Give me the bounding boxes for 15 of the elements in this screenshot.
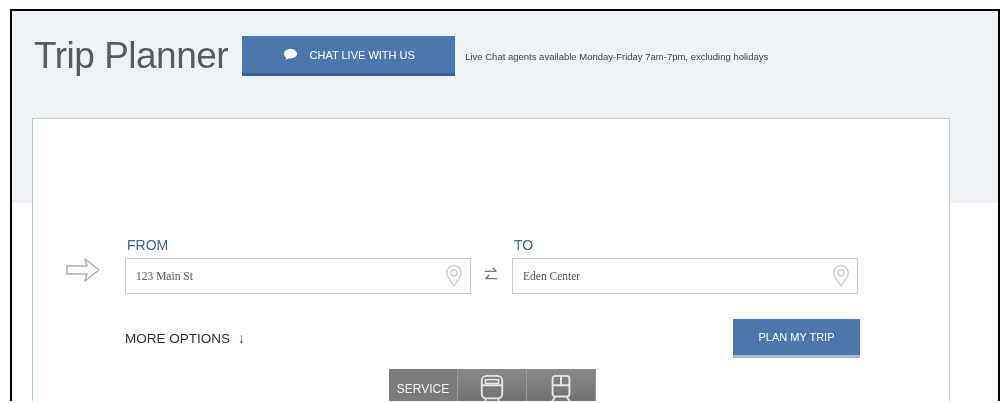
train-tab[interactable] — [527, 369, 596, 401]
from-label: FROM — [127, 237, 170, 253]
page-title: Trip Planner — [34, 35, 229, 77]
chat-button[interactable]: CHAT LIVE WITH US — [242, 36, 456, 76]
to-label: TO — [514, 237, 535, 253]
bus-tab[interactable] — [458, 369, 527, 401]
from-field[interactable]: 123 Main St — [125, 258, 471, 294]
plan-trip-button[interactable]: PLAN MY TRIP — [733, 319, 860, 358]
speech-bubble-icon — [282, 48, 298, 61]
chat-availability-note: Live Chat agents available Monday-Friday 7am-7pm, excluding holidays — [465, 50, 769, 62]
bus-icon — [478, 374, 506, 401]
more-options-link[interactable]: MORE OPTIONS ↓ — [125, 331, 245, 346]
to-field[interactable]: Eden Center — [512, 258, 858, 294]
right-arrow-icon — [65, 256, 101, 284]
service-tab[interactable]: SERVICE — [389, 369, 458, 401]
